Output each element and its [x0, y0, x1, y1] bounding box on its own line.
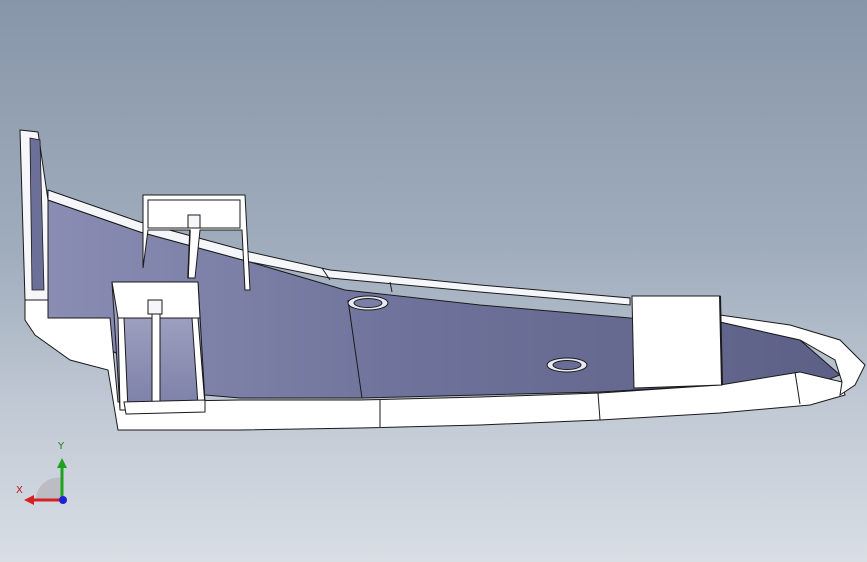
x-axis-arrowhead	[24, 495, 34, 505]
coordinate-triad: Y X	[0, 430, 90, 510]
triad-plane	[35, 477, 62, 500]
mounting-hole-2	[546, 357, 588, 373]
3d-model-shoe-sole[interactable]	[0, 0, 867, 562]
y-axis-arrowhead	[57, 458, 67, 468]
z-axis-dot	[59, 496, 67, 504]
y-axis-label: Y	[58, 441, 65, 452]
toe-block	[631, 295, 723, 389]
x-axis-label: X	[16, 485, 23, 496]
mounting-hole-1	[347, 295, 389, 311]
triad-arrows	[24, 458, 67, 505]
graphics-viewport[interactable]: Y X	[0, 0, 867, 562]
heel-frame-lower	[111, 281, 206, 415]
